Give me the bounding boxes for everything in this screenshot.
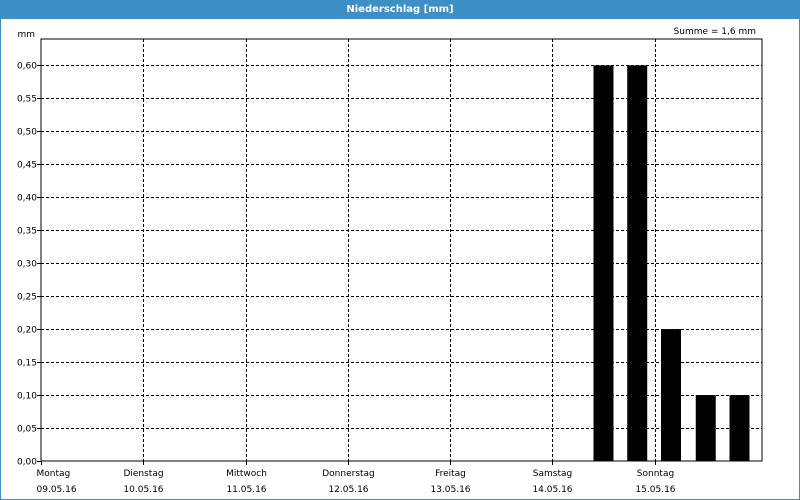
- x-tick-label-weekday: Samstag: [533, 469, 572, 479]
- x-tick-label-weekday: Donnerstag: [322, 469, 375, 479]
- y-tick-label: 0,20: [17, 326, 37, 336]
- precipitation-bar: [729, 395, 750, 461]
- x-tick-label-date: 15.05.16: [635, 485, 675, 495]
- y-axis-label: mm: [17, 30, 35, 40]
- precipitation-bar: [627, 65, 648, 461]
- y-tick-label: 0,45: [17, 161, 37, 171]
- x-tick-label-weekday: Dienstag: [123, 469, 163, 479]
- x-tick-label-date: 09.05.16: [37, 485, 77, 495]
- y-tick-label: 0,55: [17, 95, 37, 105]
- sum-annotation: Summe = 1,6 mm: [674, 27, 756, 37]
- precipitation-chart: 0,00 0,05 0,10 0,15 0,20 0,25 0,30 0,35 0,40 0,45…: [17, 27, 763, 495]
- precipitation-bar: [593, 65, 614, 461]
- x-tick-label-date: 10.05.16: [123, 485, 163, 495]
- precipitation-bar: [695, 395, 716, 461]
- y-tick-label: 0,10: [17, 392, 37, 402]
- precipitation-bar: [660, 329, 681, 461]
- y-tick-label: 0,05: [17, 425, 37, 435]
- y-tick-label: 0,40: [17, 194, 37, 204]
- x-tick-label-weekday: Montag: [37, 469, 71, 479]
- x-tick-label-date: 13.05.16: [430, 485, 470, 495]
- y-tick-label: 0,50: [17, 128, 37, 138]
- x-tick-label-weekday: Mittwoch: [226, 469, 267, 479]
- x-tick-label-weekday: Sonntag: [637, 469, 674, 479]
- y-tick-label: 0,60: [17, 62, 37, 72]
- y-tick-label: 0,30: [17, 260, 37, 270]
- plot-area-border: [40, 38, 763, 462]
- x-tick-label-date: 11.05.16: [226, 485, 266, 495]
- x-tick-label-weekday: Freitag: [435, 469, 466, 479]
- y-tick-label: 0,15: [17, 359, 37, 369]
- y-tick-label: 0,35: [17, 227, 37, 237]
- x-tick-label-date: 12.05.16: [328, 485, 368, 495]
- y-tick-label: 0,00: [17, 458, 37, 468]
- y-tick-label: 0,25: [17, 293, 37, 303]
- x-tick-label-date: 14.05.16: [532, 485, 572, 495]
